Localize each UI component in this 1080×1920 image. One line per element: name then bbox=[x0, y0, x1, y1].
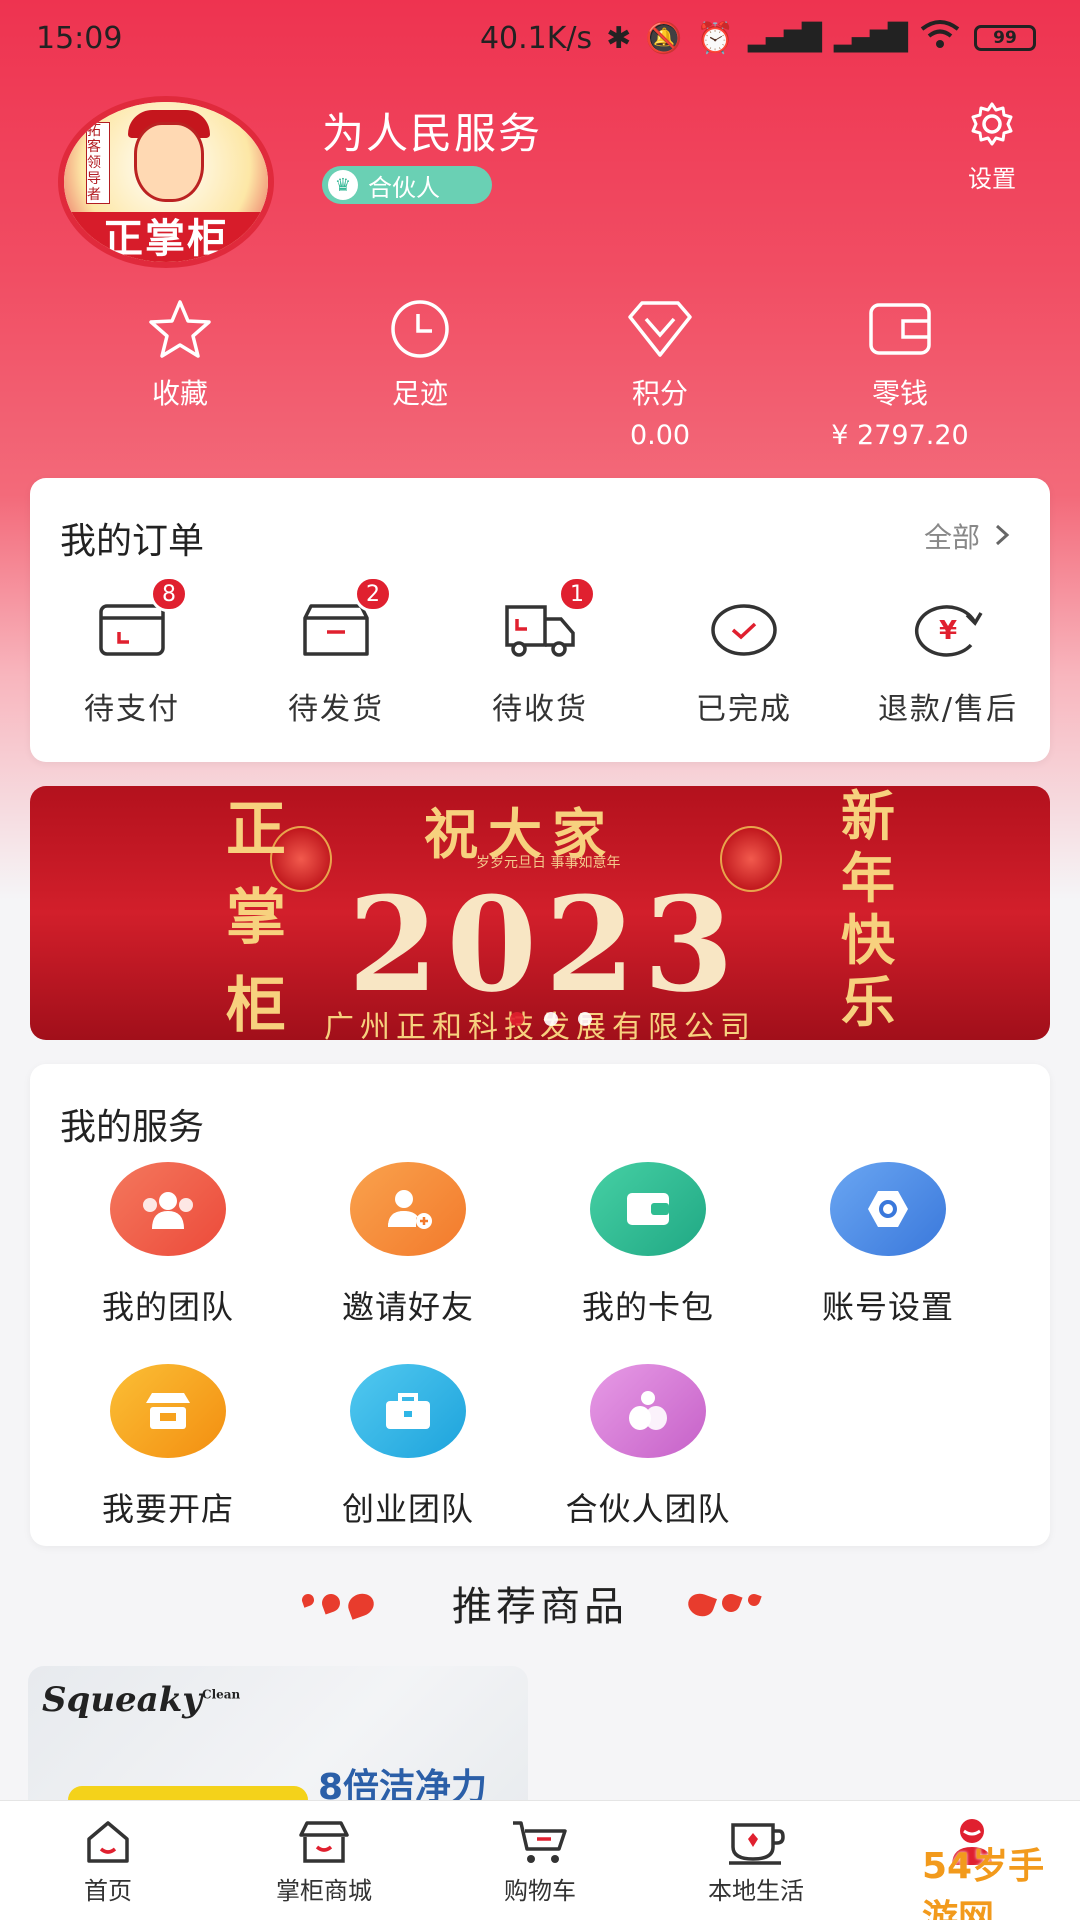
cup-icon bbox=[648, 1817, 864, 1867]
orders-all-link[interactable]: 全部 bbox=[924, 516, 1010, 556]
orders-card: 我的订单 全部 8 待支付 2 待发货 1 待收货 已完成 ¥ 退款/售后 bbox=[30, 478, 1050, 762]
username: 为人民服务 bbox=[322, 109, 543, 158]
settings-button[interactable]: 设置 bbox=[952, 100, 1032, 194]
avatar-side-text: 拓客领导者 bbox=[86, 122, 110, 204]
hex-nut-icon bbox=[830, 1162, 946, 1256]
bottom-tab-bar: 首页 掌柜商城 购物车 本地生活 bbox=[0, 1800, 1080, 1920]
quick-balance[interactable]: 零钱 ¥ 2797.20 bbox=[780, 298, 1020, 451]
promo-banner[interactable]: 正 掌 柜 祝大家 岁岁元旦日 事事如意年 2023 新 年 快 乐 广州正和科… bbox=[30, 786, 1050, 1040]
service-partner-team[interactable]: 合伙人团队 bbox=[528, 1364, 768, 1566]
badge-label: 合伙人 bbox=[368, 173, 440, 202]
service-account-settings[interactable]: 账号设置 bbox=[768, 1162, 1008, 1364]
status-time: 15:09 bbox=[36, 20, 123, 56]
points-value: 0.00 bbox=[629, 420, 691, 451]
count-badge: 1 bbox=[558, 576, 596, 612]
gear-icon bbox=[952, 100, 1032, 159]
refund-icon: ¥ bbox=[848, 598, 1048, 662]
wifi-icon bbox=[920, 19, 960, 57]
settings-label: 设置 bbox=[968, 165, 1016, 193]
store-icon bbox=[216, 1817, 432, 1867]
quick-favorites[interactable]: 收藏 bbox=[60, 298, 300, 451]
carousel-dot[interactable] bbox=[544, 1012, 558, 1026]
service-startup-team[interactable]: 创业团队 bbox=[288, 1364, 528, 1566]
tab-store[interactable]: 掌柜商城 bbox=[216, 1801, 432, 1920]
alarm-icon: ⏰ bbox=[696, 20, 735, 56]
wallet-icon bbox=[780, 298, 1020, 360]
bluetooth-icon: ✱ bbox=[606, 20, 632, 56]
balance-value: ¥ 2797.20 bbox=[831, 420, 969, 451]
crown-icon: ♛ bbox=[328, 170, 358, 200]
banner-year: 2023 bbox=[348, 868, 742, 1021]
chevron-right-icon bbox=[994, 520, 1010, 553]
partners-icon bbox=[590, 1364, 706, 1458]
quick-points[interactable]: 积分 0.00 bbox=[540, 298, 780, 451]
signal-icon-2: ▂▄▆█ bbox=[834, 23, 908, 53]
product-card[interactable]: SqueakyClean 8倍洁净力 bbox=[28, 1666, 528, 1806]
services-card: 我的服务 我的团队 邀请好友 我的卡包 账号设置 我要开店 创业团队 合伙人团队 bbox=[30, 1064, 1050, 1546]
signal-icon: ▂▄▆█ bbox=[748, 23, 822, 53]
banner-side-right: 新 年 快 乐 bbox=[841, 786, 895, 1034]
status-bar: 15:09 40.1K/s ✱ 🔕 ⏰ ▂▄▆█ ▂▄▆█ 99 bbox=[0, 0, 1080, 76]
network-speed: 40.1K/s bbox=[479, 20, 593, 56]
partner-badge: ♛ 合伙人 bbox=[322, 166, 492, 204]
card-wallet-icon bbox=[590, 1162, 706, 1256]
tab-local-life[interactable]: 本地生活 bbox=[648, 1801, 864, 1920]
decoration-right bbox=[685, 1590, 762, 1620]
avatar[interactable]: 拓客领导者 正掌柜 bbox=[58, 96, 274, 268]
add-user-icon bbox=[350, 1162, 466, 1256]
clock-icon bbox=[300, 298, 540, 360]
service-my-team[interactable]: 我的团队 bbox=[48, 1162, 288, 1364]
avatar-label: 正掌柜 bbox=[64, 212, 268, 262]
services-title: 我的服务 bbox=[60, 1107, 205, 1148]
team-icon bbox=[110, 1162, 226, 1256]
check-icon bbox=[644, 598, 844, 662]
star-icon bbox=[60, 298, 300, 360]
orders-title: 我的订单 bbox=[60, 521, 205, 562]
home-icon bbox=[0, 1817, 216, 1867]
quick-history[interactable]: 足迹 bbox=[300, 298, 540, 451]
diamond-icon bbox=[540, 298, 780, 360]
truck-icon: 1 bbox=[440, 576, 640, 662]
carousel-dots bbox=[510, 1012, 592, 1026]
count-badge: 2 bbox=[354, 576, 392, 612]
battery-icon: 99 bbox=[974, 25, 1036, 51]
quick-stats: 收藏 足迹 积分 0.00 零钱 ¥ 2797.20 bbox=[60, 298, 1020, 451]
service-open-shop[interactable]: 我要开店 bbox=[48, 1364, 288, 1566]
recommend-title: 推荐商品 bbox=[452, 1584, 628, 1630]
order-pending-payment[interactable]: 8 待支付 bbox=[32, 576, 232, 728]
carousel-dot[interactable] bbox=[510, 1012, 524, 1026]
payment-icon: 8 bbox=[32, 576, 232, 662]
tab-cart[interactable]: 购物车 bbox=[432, 1801, 648, 1920]
order-pending-shipment[interactable]: 2 待发货 bbox=[236, 576, 436, 728]
carousel-dot[interactable] bbox=[578, 1012, 592, 1026]
product-tagline: 8倍洁净力 bbox=[318, 1767, 488, 1806]
shop-icon bbox=[110, 1364, 226, 1458]
tab-home[interactable]: 首页 bbox=[0, 1801, 216, 1920]
order-pending-receipt[interactable]: 1 待收货 bbox=[440, 576, 640, 728]
avatar-face bbox=[134, 122, 204, 202]
service-invite-friends[interactable]: 邀请好友 bbox=[288, 1162, 528, 1364]
product-brand: SqueakyClean bbox=[42, 1680, 241, 1720]
site-watermark: 54岁手游网 bbox=[922, 1846, 1045, 1920]
service-card-wallet[interactable]: 我的卡包 bbox=[528, 1162, 768, 1364]
order-completed[interactable]: 已完成 bbox=[644, 598, 844, 728]
box-icon: 2 bbox=[236, 576, 436, 662]
briefcase-icon bbox=[350, 1364, 466, 1458]
order-refund[interactable]: ¥ 退款/售后 bbox=[848, 598, 1048, 728]
mute-bell-icon: 🔕 bbox=[645, 20, 683, 56]
cart-icon bbox=[432, 1817, 648, 1867]
svg-text:¥: ¥ bbox=[939, 616, 957, 646]
count-badge: 8 bbox=[150, 576, 188, 612]
